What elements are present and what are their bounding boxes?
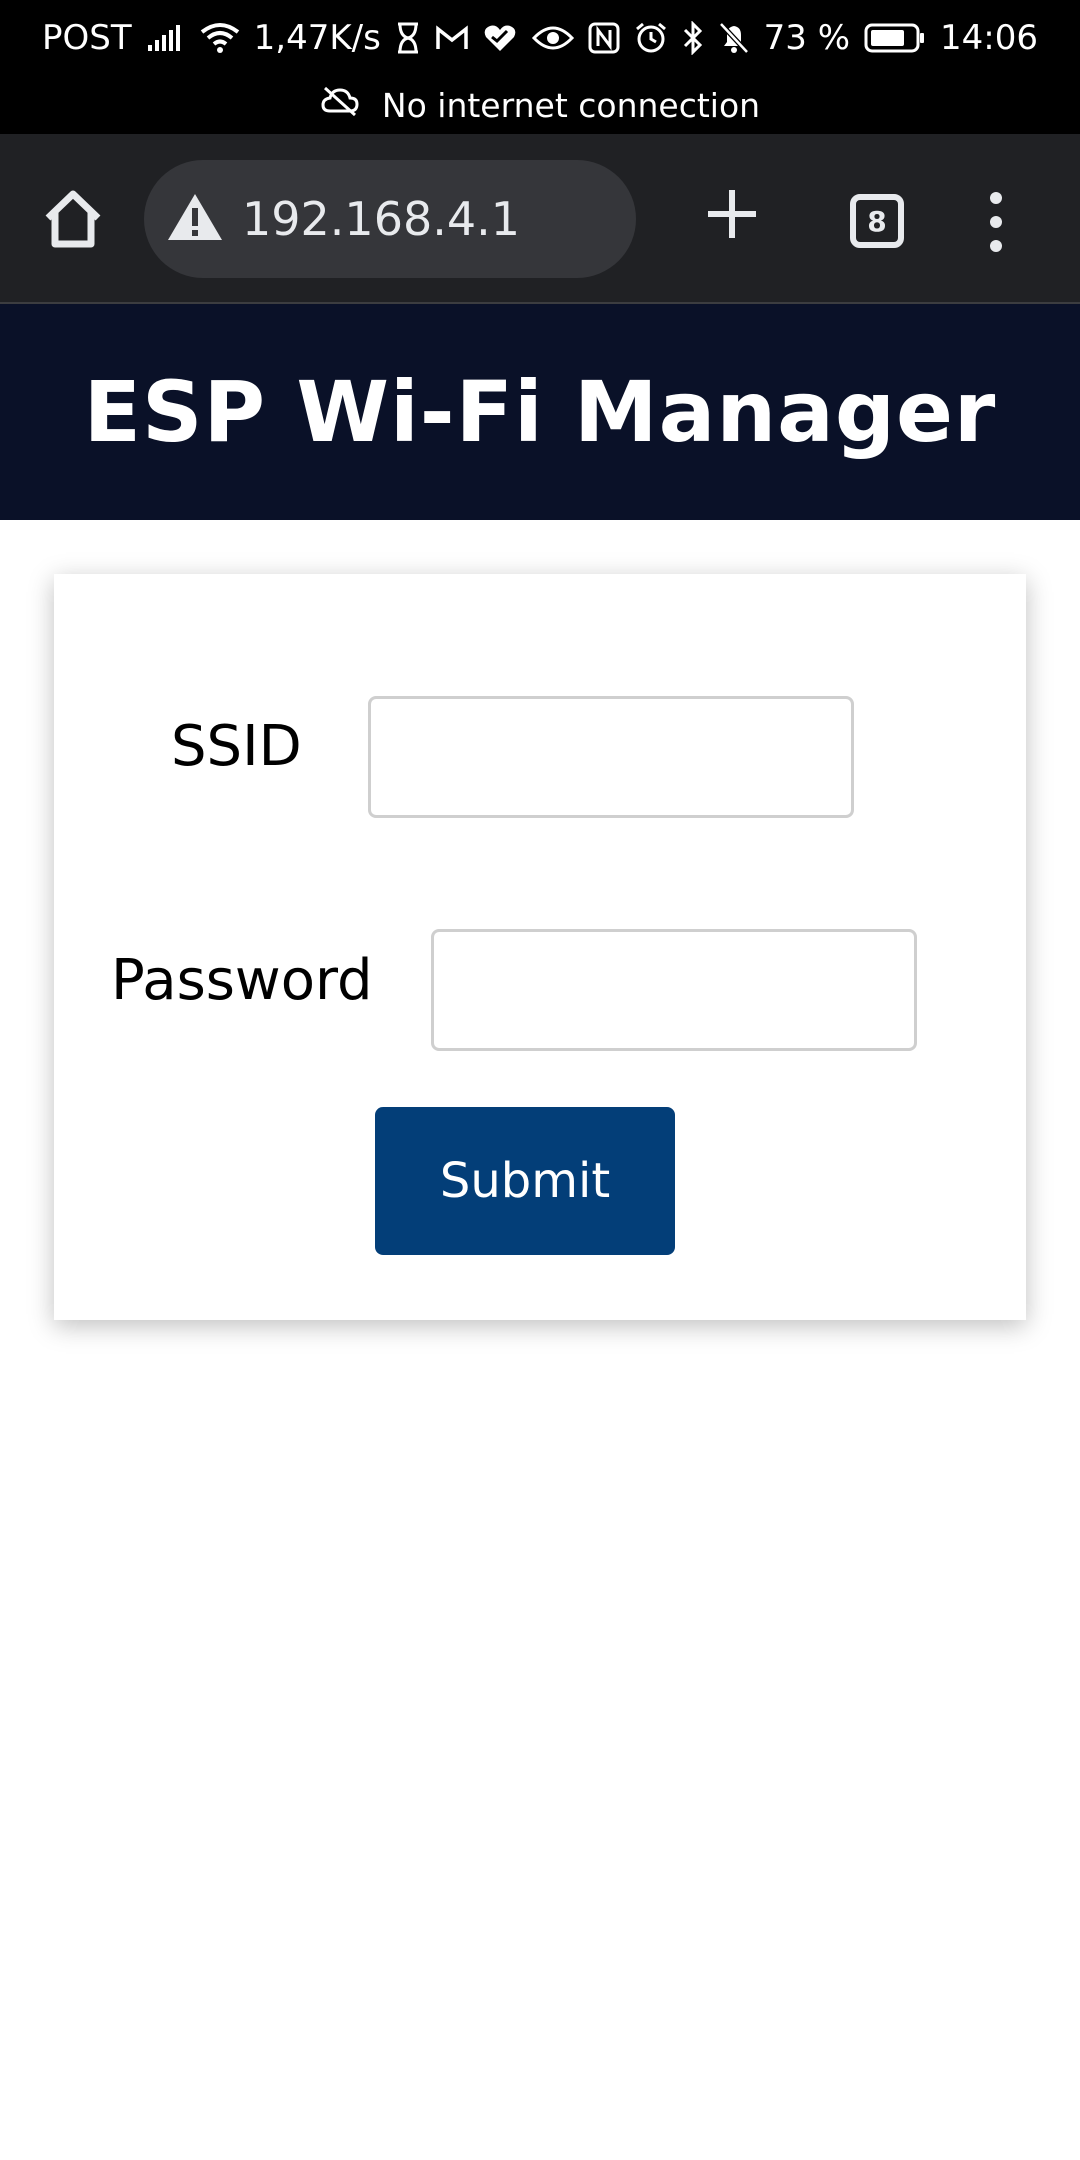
url-text[interactable]: 192.168.4.1 xyxy=(242,192,520,246)
hourglass-icon xyxy=(395,22,421,54)
password-input[interactable] xyxy=(431,929,917,1051)
warning-icon[interactable] xyxy=(166,192,224,247)
browser-toolbar: 192.168.4.1 8 xyxy=(0,134,1080,304)
url-bar[interactable]: 192.168.4.1 xyxy=(144,160,636,278)
tab-count: 8 xyxy=(867,204,887,238)
signal-icon xyxy=(146,23,186,53)
gmail-icon xyxy=(435,24,469,52)
carrier-name: POST xyxy=(42,18,132,58)
eye-icon xyxy=(531,24,574,52)
wifi-form-card: SSID Password Submit xyxy=(54,574,1026,1320)
clock: 14:06 xyxy=(940,18,1038,58)
status-right: 73 % 14:06 xyxy=(531,18,1038,58)
ssid-label: SSID xyxy=(171,714,302,779)
network-speed: 1,47K/s xyxy=(253,18,381,58)
page-title: ESP Wi-Fi Manager xyxy=(83,363,997,461)
new-tab-button[interactable] xyxy=(704,186,760,242)
submit-button[interactable]: Submit xyxy=(375,1107,675,1255)
more-vert-icon xyxy=(990,192,1002,252)
battery-icon xyxy=(864,23,926,53)
home-icon xyxy=(45,190,101,248)
password-label: Password xyxy=(111,948,373,1013)
alarm-icon xyxy=(634,21,668,55)
no-internet-banner: No internet connection xyxy=(0,76,1080,134)
plus-icon xyxy=(708,190,756,238)
status-left: POST 1,47K/s xyxy=(42,18,517,58)
battery-percent: 73 % xyxy=(763,18,851,58)
page-header: ESP Wi-Fi Manager xyxy=(0,304,1080,520)
bluetooth-icon xyxy=(682,21,704,55)
wifi-icon xyxy=(200,22,240,54)
cloud-off-icon xyxy=(320,85,360,125)
bell-off-icon xyxy=(718,21,750,55)
more-menu-button[interactable] xyxy=(984,190,1008,254)
health-icon xyxy=(483,23,517,53)
home-button[interactable] xyxy=(40,186,106,252)
nfc-icon xyxy=(588,22,620,54)
ssid-input[interactable] xyxy=(368,696,854,818)
status-bar: POST 1,47K/s 73 % 14:06 xyxy=(0,0,1080,76)
tabs-button[interactable]: 8 xyxy=(850,194,904,248)
no-internet-text: No internet connection xyxy=(381,85,761,125)
